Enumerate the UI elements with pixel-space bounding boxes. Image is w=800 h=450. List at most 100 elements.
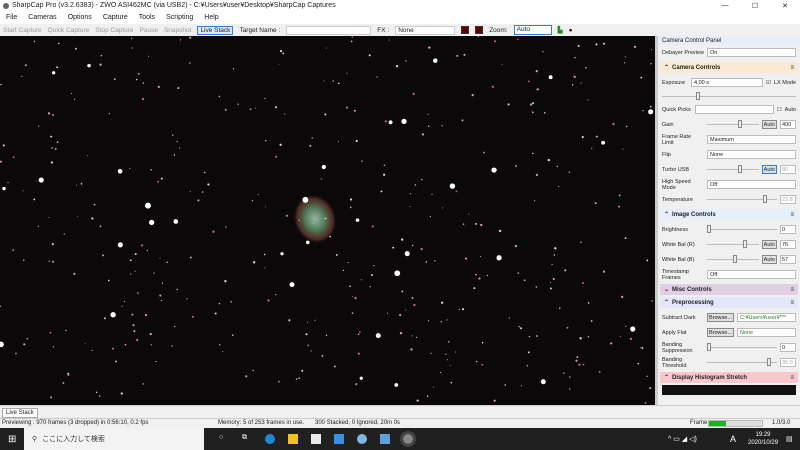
frame-rate-select[interactable]: Maximum (707, 135, 796, 144)
star (33, 40, 36, 43)
zoom-select[interactable]: Auto (513, 25, 552, 35)
flat-browse-button[interactable]: Browse... (707, 328, 734, 337)
star (33, 198, 36, 201)
exposure-input[interactable]: 4.00 s (691, 78, 764, 87)
notification-icon[interactable]: ▤ (786, 435, 793, 443)
histogram-icon[interactable]: ▙ (558, 26, 563, 34)
expand-icon[interactable]: ⌄ (664, 286, 669, 293)
star (298, 219, 300, 222)
menu-capture[interactable]: Capture (103, 14, 128, 21)
white-bal-r-auto-button[interactable]: Auto (761, 240, 777, 249)
star (552, 277, 555, 281)
menu-icon[interactable]: ≡ (790, 287, 794, 293)
auto-checkbox[interactable]: ☐ (777, 107, 782, 113)
menu-help[interactable]: Help (204, 14, 218, 21)
brightness-slider[interactable] (707, 225, 777, 233)
clock-time: 19:29 (755, 432, 771, 438)
collapse-icon[interactable]: ⌃ (664, 64, 669, 71)
ime-indicator[interactable]: A (730, 434, 736, 444)
tray-icons[interactable]: ^ ▭ ◢ ◁) (668, 435, 697, 443)
white-bal-b-value[interactable]: 57 (780, 255, 796, 264)
misc-controls-header[interactable]: ⌄ Misc Controls ≡ (660, 284, 798, 295)
taskbar-search[interactable]: ⚲ ここに入力して検索 (24, 428, 204, 450)
magnifier-icon[interactable]: ● (569, 27, 573, 34)
star (224, 280, 227, 283)
menu-scripting[interactable]: Scripting (166, 14, 193, 21)
menu-icon[interactable]: ≡ (790, 375, 794, 381)
flat-select[interactable]: None (736, 328, 796, 337)
paint-icon[interactable] (357, 434, 367, 444)
red-highlight-icon[interactable] (475, 26, 484, 34)
white-bal-r-value[interactable]: 76 (780, 240, 796, 249)
turbo-usb-slider[interactable] (707, 165, 759, 173)
task-view-icon[interactable]: ⧉ (242, 434, 252, 444)
star (38, 177, 44, 183)
target-name-input[interactable] (286, 25, 372, 35)
debayer-select[interactable]: On (707, 48, 796, 57)
camera-controls-header[interactable]: ⌃ Camera Controls ≡ (660, 62, 798, 73)
red-view-icon[interactable] (461, 26, 470, 34)
gain-slider[interactable] (707, 120, 759, 128)
minimize-button[interactable]: — (710, 2, 740, 10)
notepad-icon[interactable] (380, 434, 390, 444)
mail-icon[interactable] (334, 434, 344, 444)
brightness-value[interactable]: 0 (780, 225, 796, 234)
histogram-stretch-header[interactable]: ⌃ Display Histogram Stretch ≡ (660, 372, 798, 383)
high-speed-mode-select[interactable]: Off (707, 180, 796, 189)
sharpcap-taskbar-icon[interactable] (400, 431, 416, 447)
live-image-view[interactable] (0, 36, 655, 405)
star (441, 124, 443, 127)
close-button[interactable]: ✕ (770, 2, 800, 10)
gain-auto-button[interactable]: Auto (761, 120, 777, 129)
fx-select[interactable]: None (395, 25, 456, 35)
stop-capture-button[interactable]: Stop Capture (95, 27, 133, 34)
white-bal-b-auto-button[interactable]: Auto (761, 255, 777, 264)
snapshot-button[interactable]: Snapshot (164, 27, 191, 34)
star (413, 303, 416, 307)
dark-select[interactable]: C:¥Users¥user¥*** (736, 313, 796, 322)
explorer-icon[interactable] (288, 434, 298, 444)
flip-select[interactable]: None (707, 150, 796, 159)
high-speed-mode-label: High Speed Mode (662, 178, 691, 191)
start-capture-button[interactable]: Start Capture (3, 27, 42, 34)
gain-value[interactable]: 400 (780, 120, 796, 129)
timestamp-select[interactable]: Off (707, 270, 796, 279)
tab-live-stack[interactable]: Live Stack (2, 408, 38, 418)
lx-mode-checkbox[interactable]: ☑ (766, 80, 771, 86)
maximize-button[interactable]: ☐ (740, 2, 770, 10)
star (65, 329, 67, 332)
preprocessing-header[interactable]: ⌃ Preprocessing ≡ (660, 297, 798, 308)
exposure-slider[interactable] (662, 91, 796, 100)
quick-capture-button[interactable]: Quick Capture (48, 27, 90, 34)
star (131, 47, 133, 49)
banding-suppression-value[interactable]: 0 (780, 343, 796, 352)
quick-picks-select[interactable] (695, 105, 774, 114)
image-controls-header[interactable]: ⌃ Image Controls ≡ (660, 209, 798, 220)
white-bal-b-slider[interactable] (707, 255, 759, 263)
store-icon[interactable] (311, 434, 321, 444)
pause-button[interactable]: Pause (140, 27, 158, 34)
menu-icon[interactable]: ≡ (790, 65, 794, 71)
menu-file[interactable]: File (6, 14, 17, 21)
star (121, 305, 123, 307)
star (159, 257, 161, 259)
menu-options[interactable]: Options (68, 14, 92, 21)
menu-cameras[interactable]: Cameras (28, 14, 56, 21)
white-bal-r-slider[interactable] (707, 240, 759, 248)
banding-suppression-slider[interactable] (707, 343, 777, 351)
live-stack-button[interactable]: Live Stack (197, 25, 234, 35)
clock[interactable]: 19:29 2020/10/29 (748, 431, 778, 447)
collapse-icon[interactable]: ⌃ (664, 374, 669, 381)
menu-icon[interactable]: ≡ (790, 212, 794, 218)
collapse-icon[interactable]: ⌃ (664, 211, 669, 218)
windows-start-icon[interactable]: ⊞ (8, 434, 16, 445)
menu-icon[interactable]: ≡ (790, 300, 794, 306)
turbo-auto-button[interactable]: Auto (761, 165, 777, 174)
collapse-icon[interactable]: ⌃ (664, 299, 669, 306)
menu-tools[interactable]: Tools (139, 14, 155, 21)
cortana-icon[interactable]: ○ (219, 434, 229, 444)
dark-browse-button[interactable]: Browse... (707, 313, 734, 322)
turbo-usb-value[interactable]: 80 (780, 165, 796, 174)
edge-icon[interactable] (265, 434, 275, 444)
histogram-display[interactable] (662, 385, 796, 395)
